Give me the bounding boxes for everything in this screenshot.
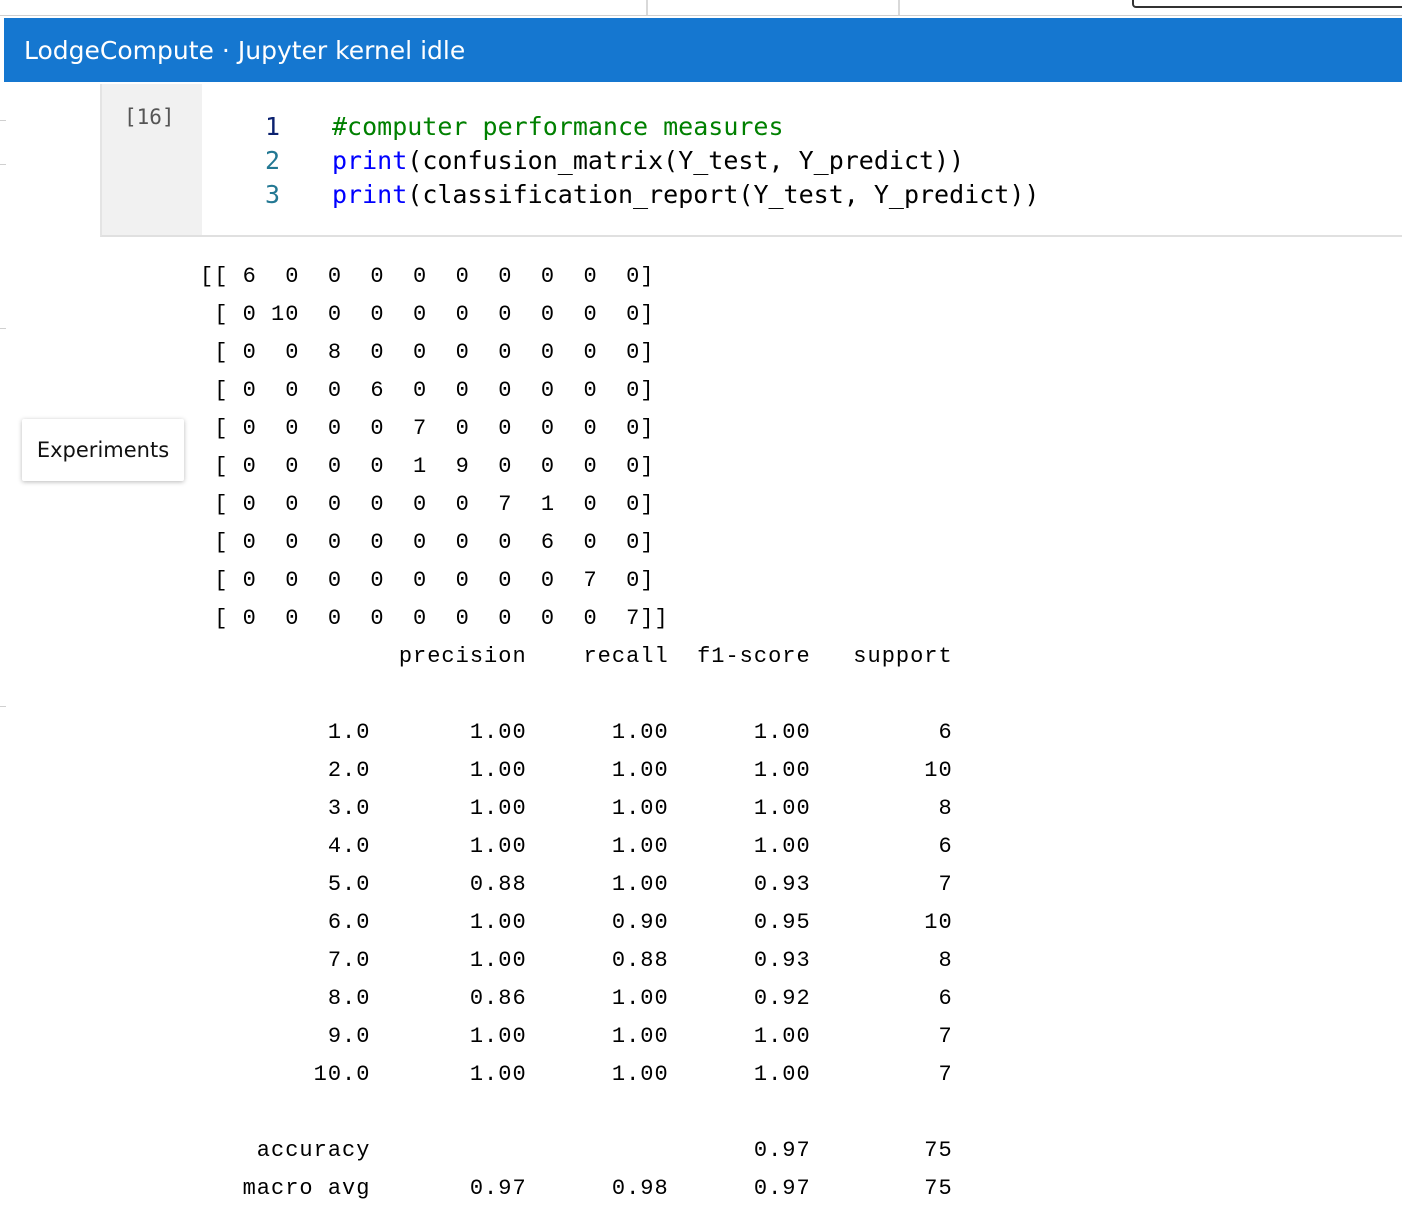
line-number: 2 xyxy=(264,146,280,175)
output-line: [ 0 0 0 0 0 0 0 0 7 0] xyxy=(200,568,655,593)
code-text[interactable]: #computer performance measures xyxy=(332,110,784,144)
code-token-comment: #computer performance measures xyxy=(332,112,784,141)
execution-count: [16] xyxy=(124,105,175,129)
output-line: [ 0 0 0 6 0 0 0 0 0 0] xyxy=(200,378,655,403)
kernel-status-banner: LodgeCompute · Jupyter kernel idle xyxy=(4,18,1402,82)
code-text[interactable]: print(confusion_matrix(Y_test, Y_predict… xyxy=(332,144,964,178)
output-line: 2.0 1.00 1.00 1.00 10 xyxy=(200,758,953,783)
output-line: [[ 6 0 0 0 0 0 0 0 0 0] xyxy=(200,264,655,289)
experiments-label: Experiments xyxy=(36,438,170,462)
code-text[interactable]: print(classification_report(Y_test, Y_pr… xyxy=(332,178,1039,212)
cell-output: [[ 6 0 0 0 0 0 0 0 0 0] [ 0 10 0 0 0 0 0… xyxy=(200,258,1390,1208)
output-line: 6.0 1.00 0.90 0.95 10 xyxy=(200,910,953,935)
code-editor[interactable]: 1 #computer performance measures 2 print(co… xyxy=(202,84,1402,235)
gutter-tick xyxy=(0,164,6,165)
output-line: 8.0 0.86 1.00 0.92 6 xyxy=(200,986,953,1011)
experiments-button[interactable]: Experiments xyxy=(22,419,184,481)
output-line: [ 0 0 0 0 0 0 7 1 0 0] xyxy=(200,492,655,517)
output-line: precision recall f1-score support xyxy=(200,644,953,669)
kernel-status: Jupyter kernel idle xyxy=(237,35,466,65)
output-line: macro avg 0.97 0.98 0.97 75 xyxy=(200,1176,953,1201)
toolbar-divider xyxy=(646,0,648,16)
output-line: 4.0 1.00 1.00 1.00 6 xyxy=(200,834,953,859)
app-name: LodgeCompute xyxy=(24,35,214,65)
output-line: [ 0 0 0 0 0 0 0 6 0 0] xyxy=(200,530,655,555)
output-line: [ 0 0 0 0 7 0 0 0 0 0] xyxy=(200,416,655,441)
output-line: 3.0 1.00 1.00 1.00 8 xyxy=(200,796,953,821)
toolbar-button[interactable] xyxy=(1132,0,1402,8)
code-token-text: (confusion_matrix(Y_test, Y_predict)) xyxy=(407,146,965,175)
toolbar-divider xyxy=(898,0,900,16)
output-line: [ 0 0 0 0 1 9 0 0 0 0] xyxy=(200,454,655,479)
output-line: 9.0 1.00 1.00 1.00 7 xyxy=(200,1024,953,1049)
output-line: [ 0 0 0 0 0 0 0 0 0 7]] xyxy=(200,606,669,631)
output-line: 7.0 1.00 0.88 0.93 8 xyxy=(200,948,953,973)
banner-separator: · xyxy=(221,35,230,65)
toolbar-border xyxy=(0,15,1402,16)
line-number: 1 xyxy=(264,112,280,141)
output-line: 1.0 1.00 1.00 1.00 6 xyxy=(200,720,953,745)
output-line: [ 0 0 8 0 0 0 0 0 0 0] xyxy=(200,340,655,365)
top-toolbar-strip xyxy=(0,0,1402,16)
code-token-func: print xyxy=(332,146,408,175)
gutter-tick xyxy=(0,120,6,121)
output-line: [ 0 10 0 0 0 0 0 0 0 0] xyxy=(200,302,655,327)
output-line: 5.0 0.88 1.00 0.93 7 xyxy=(200,872,953,897)
gutter-tick xyxy=(0,328,6,329)
code-token-func: print xyxy=(332,180,408,209)
cell-prompt: [16] xyxy=(102,84,202,235)
gutter-tick xyxy=(0,706,6,707)
output-line: accuracy 0.97 75 xyxy=(200,1138,953,1163)
code-token-text: (classification_report(Y_test, Y_predict… xyxy=(407,180,1040,209)
line-number: 3 xyxy=(264,180,280,209)
code-cell[interactable]: [16] 1 #computer performance measures 2 pri… xyxy=(100,84,1402,237)
output-line: 10.0 1.00 1.00 1.00 7 xyxy=(200,1062,953,1087)
